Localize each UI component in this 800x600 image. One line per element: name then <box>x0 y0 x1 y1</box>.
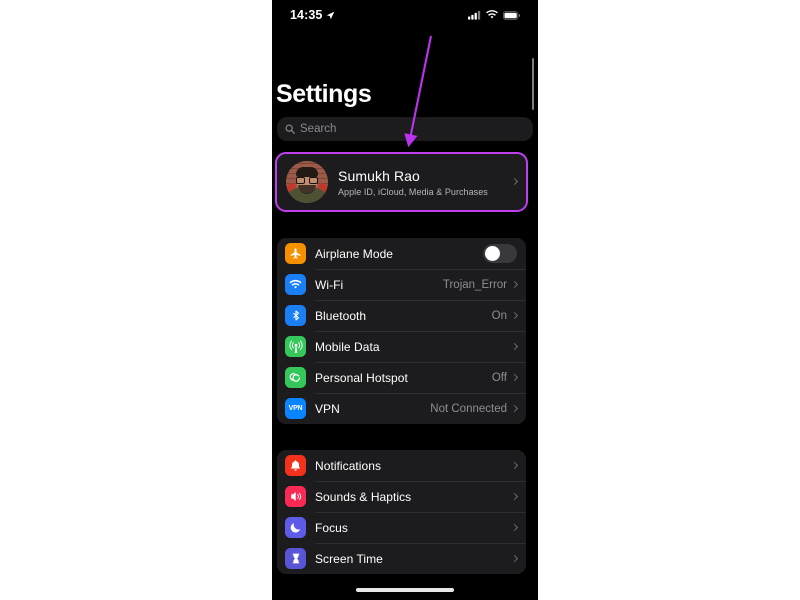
settings-row-bluetooth[interactable]: Bluetooth On <box>277 300 526 331</box>
settings-row-value: Trojan_Error <box>442 278 507 291</box>
status-bar-left: 14:35 <box>290 8 335 22</box>
settings-group-system: Notifications Sounds & Haptics Focus Screen… <box>277 450 526 574</box>
chevron-right-icon <box>510 523 519 531</box>
home-indicator <box>356 588 454 592</box>
cellular-bars-icon <box>468 10 481 20</box>
airplane-mode-toggle[interactable] <box>483 244 517 263</box>
settings-row-airplane-mode[interactable]: Airplane Mode <box>277 238 526 269</box>
bluetooth-icon <box>285 305 306 326</box>
airplane-icon <box>285 243 306 264</box>
apple-id-row[interactable]: Sumukh Rao Apple ID, iCloud, Media & Pur… <box>277 154 526 210</box>
settings-row-vpn[interactable]: VPN VPN Not Connected <box>277 393 526 424</box>
apple-id-name: Sumukh Rao <box>338 167 420 184</box>
status-bar-clock: 14:35 <box>290 8 323 22</box>
settings-row-mobile-data[interactable]: Mobile Data <box>277 331 526 362</box>
chevron-right-icon <box>510 342 519 350</box>
settings-row-personal-hotspot[interactable]: Personal Hotspot Off <box>277 362 526 393</box>
chevron-right-icon <box>510 311 519 319</box>
settings-row-label: Focus <box>315 520 348 535</box>
status-bar-right <box>468 10 520 20</box>
search-input[interactable]: Search <box>277 117 533 141</box>
settings-row-value: Off <box>491 371 507 384</box>
settings-row-label: Bluetooth <box>315 308 367 323</box>
settings-row-label: Mobile Data <box>315 339 380 354</box>
settings-row-notifications[interactable]: Notifications <box>277 450 526 481</box>
chevron-right-icon <box>510 554 519 562</box>
settings-row-label: Wi-Fi <box>315 277 344 292</box>
toggle-knob <box>485 246 500 261</box>
hotspot-icon <box>285 367 306 388</box>
screenshot-canvas: 14:35 Settings Search Sumukh Rao Apple I… <box>0 0 800 600</box>
apple-id-text: Sumukh Rao Apple ID, iCloud, Media & Pur… <box>338 168 512 197</box>
settings-row-sounds-haptics[interactable]: Sounds & Haptics <box>277 481 526 512</box>
chevron-right-icon <box>510 177 519 186</box>
location-arrow-icon <box>327 11 335 19</box>
settings-row-label: VPN <box>315 401 340 416</box>
chevron-right-icon <box>510 492 519 500</box>
chevron-right-icon <box>510 280 519 288</box>
search-placeholder: Search <box>300 123 337 135</box>
settings-row-focus[interactable]: Focus <box>277 512 526 543</box>
battery-full-icon <box>503 10 520 20</box>
moon-icon <box>285 517 306 538</box>
phone-screen: 14:35 Settings Search Sumukh Rao Apple I… <box>272 0 538 600</box>
chevron-right-icon <box>510 461 519 469</box>
apple-id-subtitle: Apple ID, iCloud, Media & Purchases <box>338 186 488 197</box>
vpn-icon: VPN <box>285 398 306 419</box>
chevron-right-icon <box>510 404 519 412</box>
settings-row-value: Not Connected <box>430 402 507 415</box>
chevron-right-icon <box>510 373 519 381</box>
settings-row-label: Notifications <box>315 458 382 473</box>
wifi-icon <box>486 10 498 19</box>
cellular-antenna-icon <box>285 336 306 357</box>
settings-row-label: Personal Hotspot <box>315 370 408 385</box>
settings-row-label: Screen Time <box>315 551 383 566</box>
page-title: Settings <box>272 80 538 109</box>
settings-row-wi-fi[interactable]: Wi-Fi Trojan_Error <box>277 269 526 300</box>
avatar <box>286 161 328 203</box>
status-bar: 14:35 <box>272 0 538 30</box>
wifi-icon <box>285 274 306 295</box>
settings-row-label: Airplane Mode <box>315 246 394 261</box>
settings-row-screen-time[interactable]: Screen Time <box>277 543 526 574</box>
hourglass-icon <box>285 548 306 569</box>
speaker-icon <box>285 486 306 507</box>
settings-group-connectivity: Airplane Mode Wi-Fi Trojan_Error Bluetooth O… <box>277 238 526 424</box>
settings-row-label: Sounds & Haptics <box>315 489 412 504</box>
bell-icon <box>285 455 306 476</box>
settings-row-value: On <box>491 309 507 322</box>
page-title-text: Settings <box>276 80 372 108</box>
search-icon <box>285 124 295 134</box>
